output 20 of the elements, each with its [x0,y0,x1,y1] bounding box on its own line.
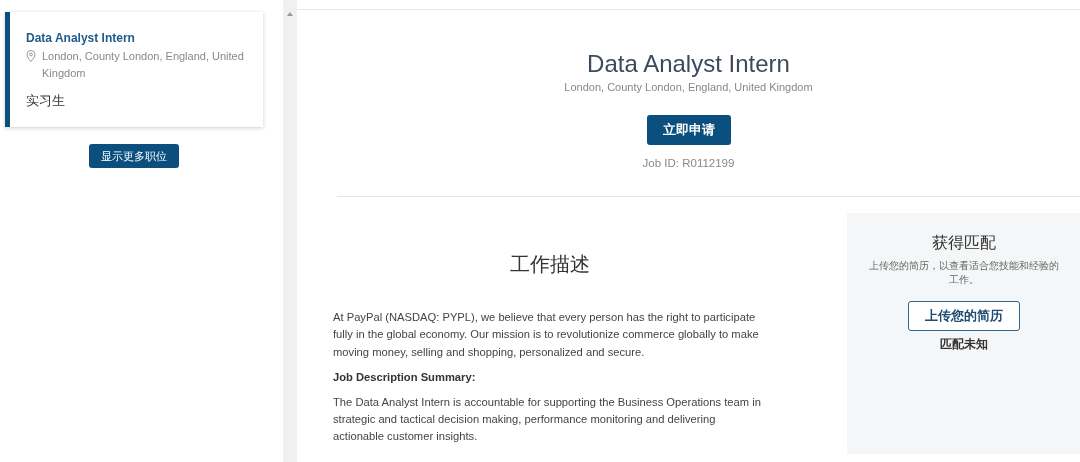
scroll-up-icon[interactable] [287,12,293,16]
panel-title: 获得匹配 [930,233,997,254]
job-title: Data Analyst Intern [586,50,791,79]
location-pin-icon [26,50,36,62]
job-card[interactable]: Data Analyst Intern London, County London, England, United Kingdom 实习生 [5,12,263,127]
job-type: 实习生 [26,93,66,110]
job-id: Job ID: R0112199 [641,155,736,171]
job-location: London, County London, England, United Kingdom [563,79,814,95]
panel-text: 上传您的简历，以查看适合您技能和经验的工作。 [867,259,1060,288]
job-title: Data Analyst Intern [26,30,136,47]
section-heading: 工作描述 [509,252,591,278]
apply-button[interactable]: 立即申请 [646,115,731,145]
paragraph: The Data Analyst Intern is accountable for supporting the Business Operations team in strategic and tactical decision making, performance monitoring and delivering actionable customer insights. [333,394,762,445]
paragraph: At PayPal (NASDAQ: PYPL), we believe that every person has the right to participate fully in the global economy. Our mission is to revolutionize commerce globally to make moving money, selling and shopping, personalized and secure. [333,310,760,360]
subheading: Job Description Summary: [333,369,477,385]
match-status: 匹配未知 [938,335,989,353]
upload-resume-button[interactable]: 上传您的简历 [907,301,1020,331]
show-more-button[interactable]: 显示更多职位 [89,143,179,169]
job-location: London, County London, England, United Kingdom [42,49,245,81]
scrollbar[interactable] [283,0,297,462]
